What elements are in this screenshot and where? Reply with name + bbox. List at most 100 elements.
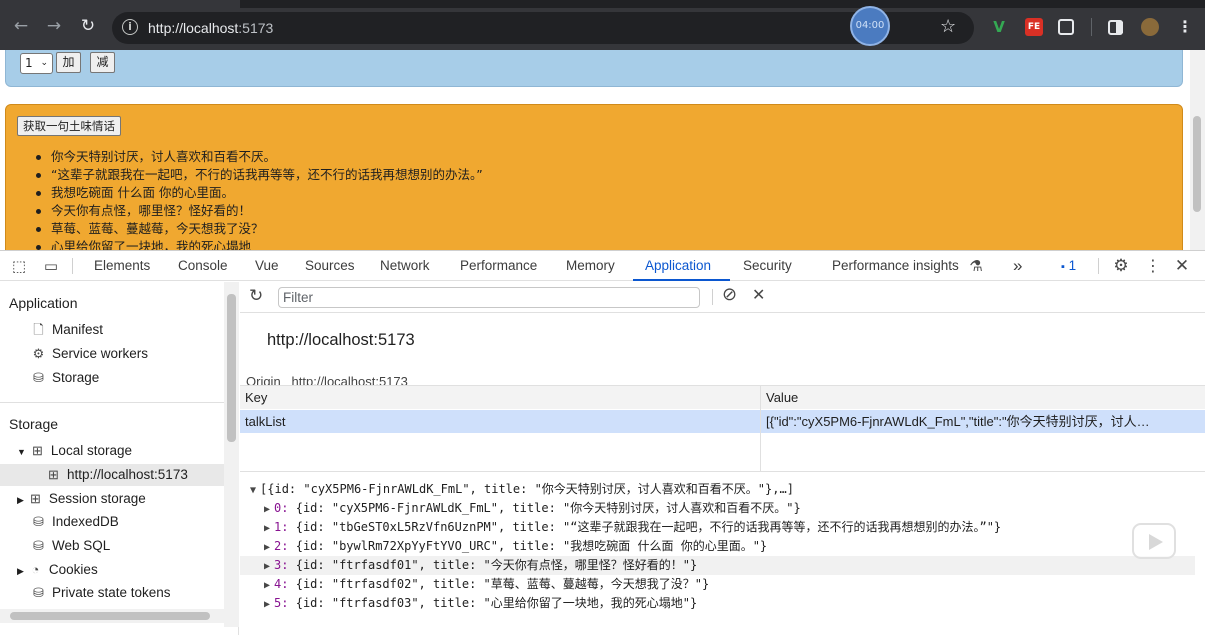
url-text[interactable]: http://localhost:5173 (148, 20, 273, 36)
address-bar[interactable]: i http://localhost:5173 (112, 12, 974, 44)
cookie-icon: ◔ (31, 562, 40, 577)
tab-security[interactable]: Security (743, 251, 792, 281)
more-tabs-button[interactable]: » (1013, 251, 1022, 281)
extensions-puzzle-icon[interactable] (1058, 19, 1074, 35)
timer-badge[interactable]: 04:00 (850, 6, 890, 46)
talk-list: 你今天特别讨厌，讨人喜欢和百看不厌。 “这辈子就跟我在一起吧，不行的话我再等等，… (36, 148, 483, 250)
column-header-key[interactable]: Key (240, 386, 760, 409)
sidebar-item-storage[interactable]: ⛁ Storage (30, 367, 99, 389)
tab-memory[interactable]: Memory (566, 251, 615, 281)
sidebar-item-manifest[interactable]: 🗋 Manifest (30, 319, 103, 341)
table-row[interactable]: talkList [{"id":"cyX5PM6-FjnrAWLdK_FmL",… (240, 410, 1205, 433)
tab-performance[interactable]: Performance (460, 251, 537, 281)
section-header-storage: Storage (9, 416, 59, 432)
preview-item[interactable]: ▶ 0: {id: "cyX5PM6-FjnrAWLdK_FmL", title:… (264, 499, 801, 518)
expand-triangle-icon[interactable]: ▶ (264, 580, 270, 591)
sidebar-item-websql[interactable]: ⛁ Web SQL (30, 535, 110, 557)
database-icon: ⛁ (33, 514, 44, 529)
site-info-icon[interactable]: i (122, 19, 138, 35)
database-icon: ⛁ (33, 585, 44, 600)
vue-extension-icon[interactable]: V (990, 18, 1008, 36)
cell-value[interactable]: [{"id":"cyX5PM6-FjnrAWLdK_FmL","title":"… (761, 410, 1205, 433)
preview-item[interactable]: ▶ 1: {id: "tbGeST0xL5RzVfn6UznPM", title:… (264, 518, 1001, 537)
gears-icon: ⚙ (32, 346, 45, 361)
list-item: 你今天特别讨厌，讨人喜欢和百看不厌。 (36, 148, 483, 166)
talk-panel: 获取一句土味情话 你今天特别讨厌，讨人喜欢和百看不厌。 “这辈子就跟我在一起吧，… (5, 104, 1183, 250)
sidebar-item-cookies[interactable]: ▶ ◔ Cookies (17, 559, 98, 581)
tab-application[interactable]: Application (645, 251, 711, 281)
device-toolbar-icon[interactable]: ▭ (41, 256, 61, 276)
expand-triangle-icon[interactable]: ▶ (17, 495, 24, 505)
tab-network[interactable]: Network (380, 251, 430, 281)
expand-triangle-icon[interactable]: ▶ (264, 561, 270, 572)
document-icon: 🗋 (33, 322, 44, 337)
sidebar-divider (0, 402, 224, 403)
storage-table: Key Value talkList [{"id":"cyX5PM6-FjnrA… (240, 385, 1205, 472)
forward-icon[interactable]: → (42, 14, 66, 38)
expand-triangle-icon[interactable]: ▼ (17, 447, 26, 457)
page-scrollbar[interactable] (1190, 50, 1205, 250)
video-play-overlay-icon[interactable] (1132, 523, 1176, 559)
filter-input[interactable]: Filter (278, 287, 700, 308)
delete-selected-icon[interactable]: ✕ (752, 285, 765, 304)
tab-console[interactable]: Console (178, 251, 228, 281)
collapse-triangle-icon[interactable]: ▼ (250, 485, 256, 496)
table-icon: ⊞ (48, 467, 59, 482)
active-tab-indicator (633, 279, 730, 281)
gear-icon[interactable]: ⚙ (1111, 256, 1131, 276)
tab-divider (72, 258, 73, 274)
expand-triangle-icon[interactable]: ▶ (264, 523, 270, 534)
preview-item[interactable]: ▶ 3: {id: "ftrfasdf01", title: "今天你有点怪，哪里… (240, 556, 1195, 575)
sidebar-item-local-storage[interactable]: ▼ ⊞ Local storage (17, 440, 132, 462)
tab-performance-insights[interactable]: Performance insights (832, 251, 959, 281)
fe-extension-icon[interactable]: FE (1025, 18, 1043, 36)
more-menu-icon[interactable]: ⋮ (1176, 18, 1194, 36)
list-item: 我想吃碗面 什么面 你的心里面。 (36, 184, 483, 202)
preview-summary[interactable]: ▼ [{id: "cyX5PM6-FjnrAWLdK_FmL", title: "… (250, 480, 794, 499)
sidebar-item-indexeddb[interactable]: ⛁ IndexedDB (30, 511, 119, 533)
chevron-down-icon: ⌄ (40, 58, 48, 68)
sidebar-item-private-state-tokens[interactable]: ⛁ Private state tokens (30, 582, 171, 604)
sidebar-item-local-origin[interactable]: ⊞ http://localhost:5173 (0, 464, 224, 486)
expand-triangle-icon[interactable]: ▶ (17, 566, 24, 576)
close-icon[interactable]: ✕ (1172, 256, 1192, 276)
kebab-menu-icon[interactable]: ⋮ (1143, 256, 1163, 276)
table-icon: ⊞ (31, 443, 43, 458)
issues-badge[interactable]: ▪ 1 (1061, 251, 1076, 281)
add-button[interactable]: 加 (56, 52, 81, 73)
clear-all-icon[interactable]: ⊘ (722, 284, 737, 305)
expand-triangle-icon[interactable]: ▶ (264, 542, 270, 553)
subtract-button[interactable]: 减 (90, 52, 115, 73)
sidebar-hscrollbar[interactable] (0, 609, 224, 623)
sidebar-item-service-workers[interactable]: ⚙ Service workers (30, 343, 148, 365)
refresh-icon[interactable]: ↻ (249, 286, 263, 306)
bookmark-star-icon[interactable]: ☆ (940, 16, 956, 37)
sidebar-scrollbar[interactable] (224, 282, 239, 627)
preview-item[interactable]: ▶ 4: {id: "ftrfasdf02", title: "草莓、蓝莓、蔓越莓… (264, 575, 709, 594)
flask-icon: ⚗ (969, 257, 983, 275)
reload-icon[interactable]: ↻ (76, 14, 100, 38)
expand-triangle-icon[interactable]: ▶ (264, 504, 270, 515)
list-item: 草莓、蓝莓、蔓越莓，今天想我了没？ (36, 220, 483, 238)
sidebar-item-session-storage[interactable]: ▶ ⊞ Session storage (17, 488, 146, 510)
devtools-panel: ⬚ ▭ Elements Console Vue Sources Network… (0, 250, 1205, 635)
preview-item[interactable]: ▶ 5: {id: "ftrfasdf03", title: "心里给你留了一块地… (264, 594, 697, 613)
step-select[interactable]: 1 ⌄ (20, 53, 53, 74)
back-icon[interactable]: ← (9, 14, 33, 38)
preview-item[interactable]: ▶ 2: {id: "bywlRm72XpYyFtYVO_URC", title:… (264, 537, 767, 556)
column-header-value[interactable]: Value (761, 386, 1205, 409)
fetch-talk-button[interactable]: 获取一句土味情话 (17, 116, 121, 136)
tab-elements[interactable]: Elements (94, 251, 150, 281)
toolbar-bottom-divider (240, 312, 1205, 313)
profile-avatar[interactable] (1141, 18, 1159, 36)
application-sidebar: Application 🗋 Manifest ⚙ Service workers ⛁… (0, 282, 239, 635)
list-item: “这辈子就跟我在一起吧，不行的话我再等等，还不行的话我再想想别的办法。” (36, 166, 483, 184)
devtools-tabbar: ⬚ ▭ Elements Console Vue Sources Network… (0, 251, 1205, 281)
tab-divider (1098, 258, 1099, 274)
cell-key[interactable]: talkList (240, 410, 760, 433)
tab-sources[interactable]: Sources (305, 251, 355, 281)
expand-triangle-icon[interactable]: ▶ (264, 599, 270, 610)
inspect-element-icon[interactable]: ⬚ (9, 256, 29, 276)
side-panel-icon[interactable] (1108, 20, 1123, 35)
tab-vue[interactable]: Vue (255, 251, 279, 281)
